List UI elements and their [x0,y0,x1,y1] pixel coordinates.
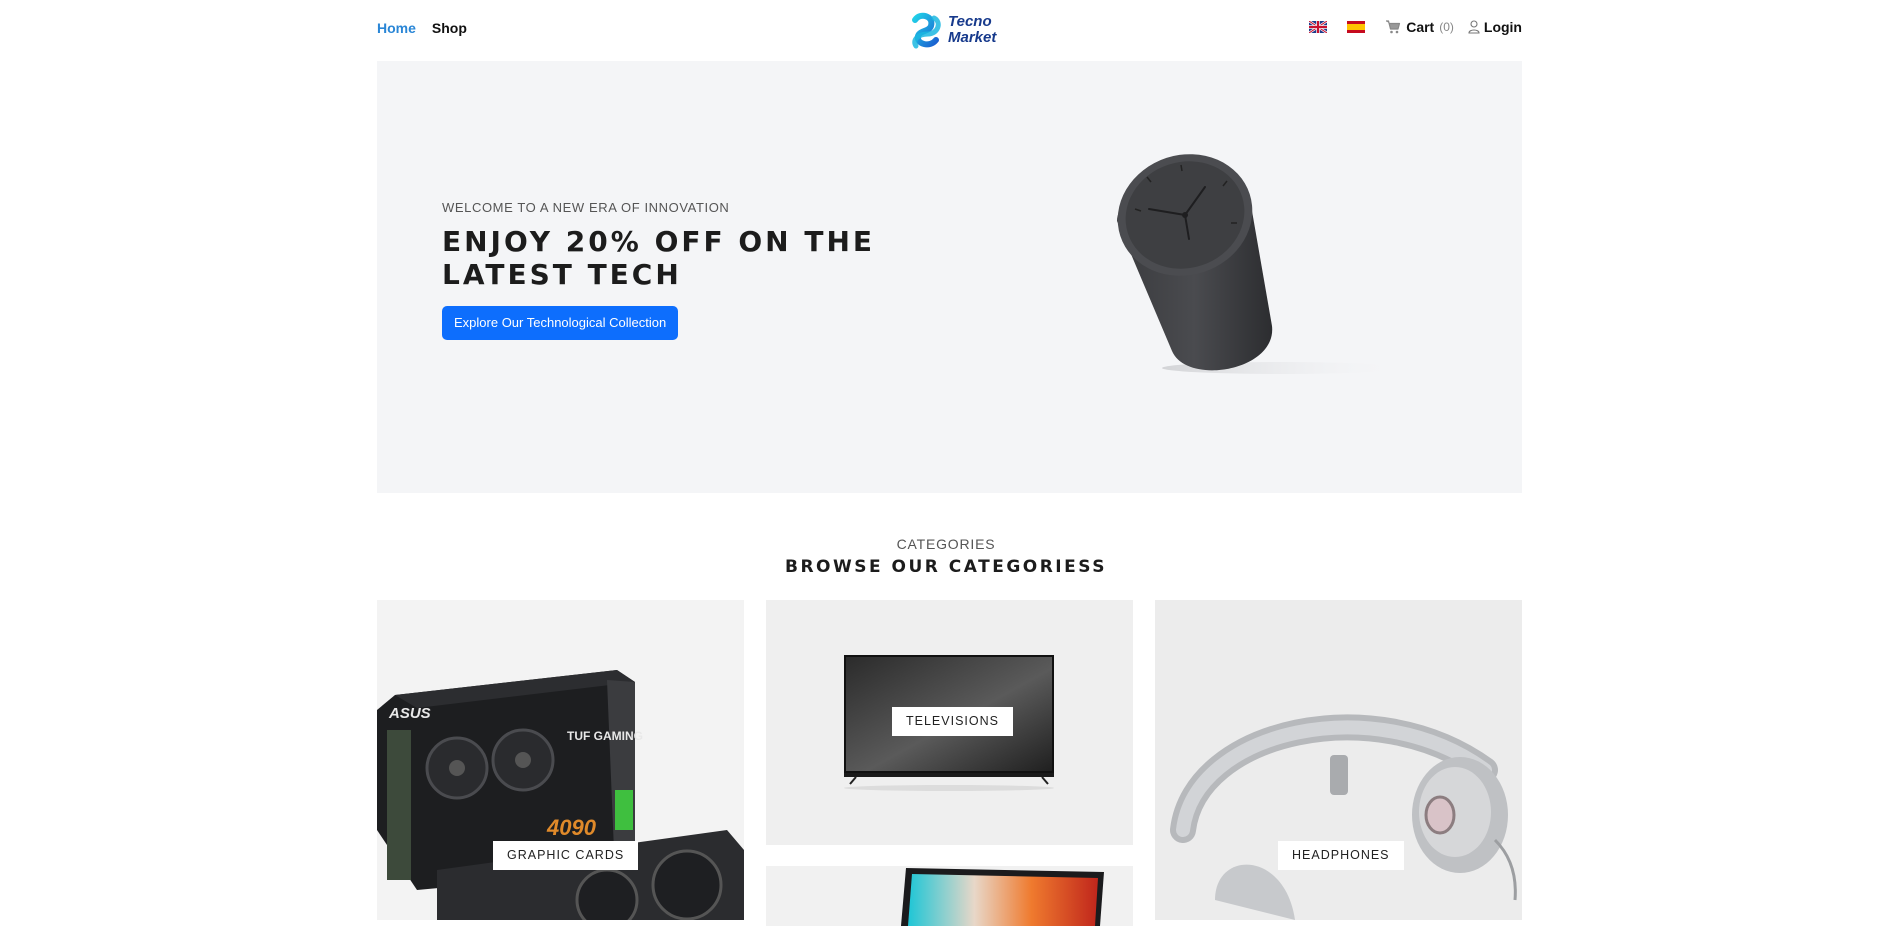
hero-kicker: WELCOME TO A NEW ERA OF INNOVATION [442,200,730,215]
logo-wordmark: Tecno Market [948,14,996,46]
logo-word-market: Market [948,29,997,46]
headphones-image [1170,714,1517,920]
laptop-image [901,868,1104,926]
category-label-graphic-cards: GRAPHIC CARDS [493,841,639,870]
nav-shop-link[interactable]: Shop [432,20,467,36]
desk-clock-image [1117,154,1402,374]
tecno-market-logo[interactable]: Tecno Market [906,9,1002,51]
logo-mark-icon [912,12,941,49]
header-actions: Cart (0) Login [1309,19,1522,35]
english-flag-icon[interactable] [1309,21,1328,33]
category-label-headphones: HEADPHONES [1278,841,1404,870]
category-card-headphones[interactable]: HEADPHONES [1155,600,1522,920]
cart-count-badge: (0) [1439,20,1454,34]
category-card-laptops[interactable] [766,866,1133,926]
login-label: Login [1483,19,1522,35]
explore-collection-button[interactable]: Explore Our Technological Collection [442,306,679,340]
svg-text:TUF GAMING: TUF GAMING [567,729,643,743]
main-nav: Home Shop [377,20,467,36]
cart-label: Cart [1406,19,1435,35]
category-label-televisions: TELEVISIONS [892,707,1013,736]
svg-text:4090: 4090 [546,815,597,840]
svg-text:ASUS: ASUS [388,705,431,722]
categories-title: BROWSE OUR CATEGORIESS [785,557,1107,577]
user-icon [1468,20,1480,34]
category-card-graphic-cards[interactable]: ASUS TUF GAMING 4090 GRAPHIC CARDS [377,600,744,920]
categories-kicker: CATEGORIES [896,536,996,552]
site-header: Home Shop Tecno Market Cart (0) Login [0,0,1892,60]
spanish-flag-icon[interactable] [1347,21,1366,33]
hero-title: ENJOY 20% OFF ON THE LATEST TECH [442,225,912,291]
hero-banner: WELCOME TO A NEW ERA OF INNOVATION ENJOY… [377,61,1522,493]
graphics-card-image: ASUS TUF GAMING 4090 [377,670,744,920]
hero-title-line-2: LATEST TECH [442,258,682,291]
cart-icon [1386,20,1401,34]
category-card-televisions[interactable]: TELEVISIONS [766,600,1133,845]
login-link[interactable]: Login [1468,19,1522,35]
logo-word-tecno: Tecno [948,13,992,30]
nav-home-link[interactable]: Home [377,20,416,36]
cart-link[interactable]: Cart (0) [1385,19,1454,35]
hero-title-line-1: ENJOY 20% OFF ON THE [442,225,876,258]
